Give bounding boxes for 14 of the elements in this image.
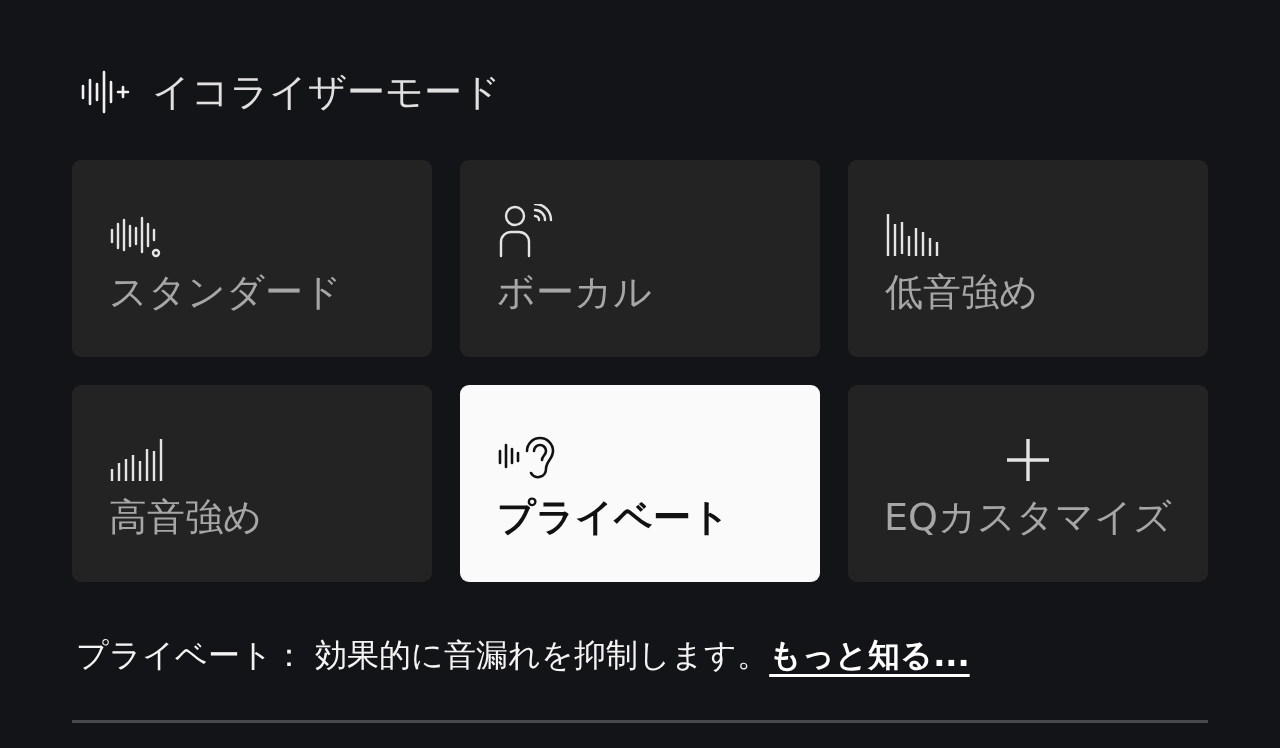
section-title: イコライザーモード [152,68,501,116]
mode-button[interactable]: EQカスタマイズ [848,385,1208,582]
mode-button[interactable]: プライベート [460,385,820,582]
equalizer-icon [80,70,130,114]
mode-button[interactable]: 高音強め [72,385,432,582]
description-text: プライベート： 効果的に音漏れを抑制します。 [76,635,770,676]
learn-more-link[interactable]: もっと知る... [769,634,970,678]
treble-bars-icon [109,436,165,483]
plus-icon [1005,436,1051,483]
mode-button[interactable]: 低音強め [848,160,1208,357]
mode-button[interactable]: ボーカル [460,160,820,357]
person-voice-icon [497,203,553,258]
bass-bars-icon [885,211,941,258]
mode-button[interactable]: スタンダード [72,160,432,357]
